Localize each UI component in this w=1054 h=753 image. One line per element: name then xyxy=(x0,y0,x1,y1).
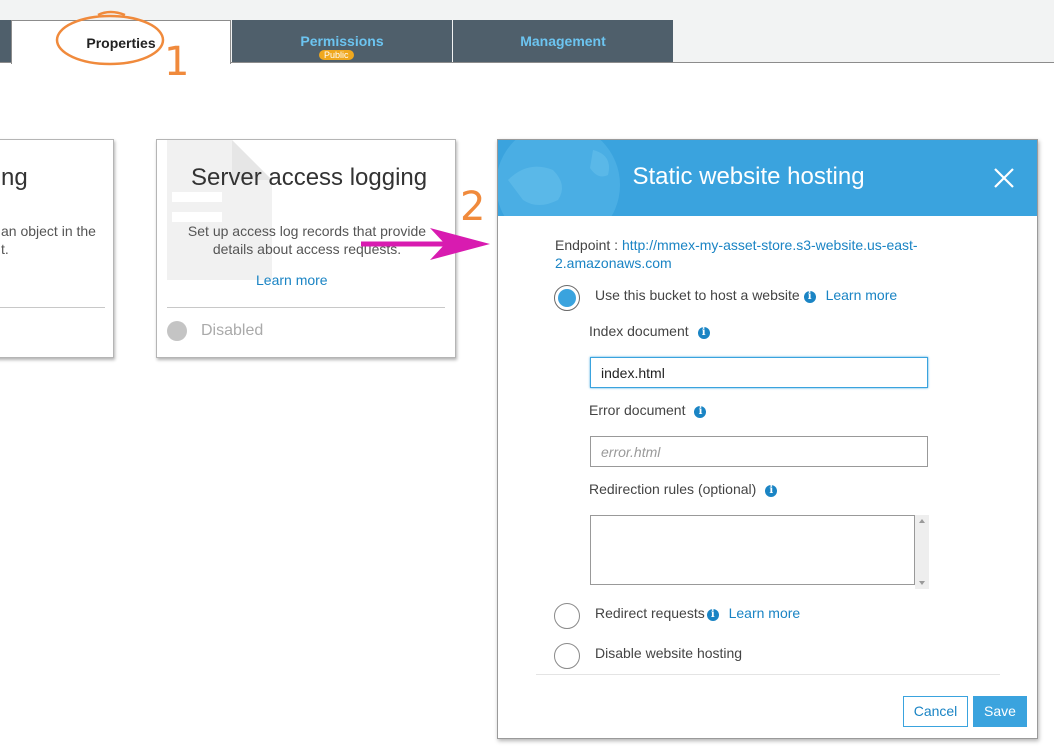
s3-properties-page: Properties Permissions Public Management… xyxy=(0,0,1054,753)
step-2-annotation: 2 xyxy=(460,184,486,230)
annotation-overlay xyxy=(55,10,490,260)
step-1-annotation: 1 xyxy=(164,39,190,85)
pointer-arrow-icon xyxy=(361,228,490,260)
properties-tab-highlight-circle xyxy=(55,10,165,66)
